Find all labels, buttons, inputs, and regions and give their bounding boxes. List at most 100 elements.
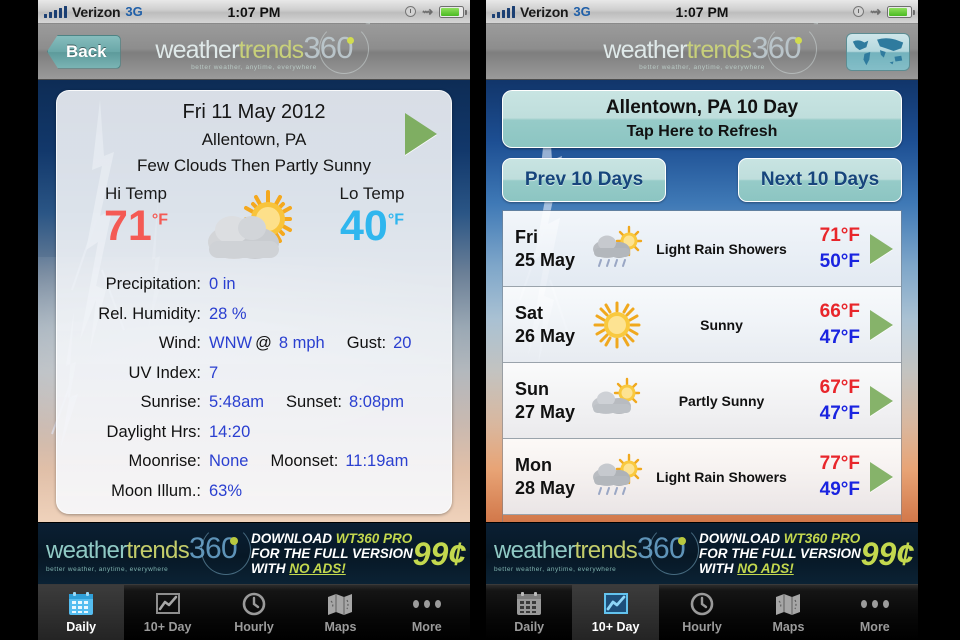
ad-logo-weather: weather	[494, 537, 575, 564]
play-forecast-button[interactable]	[870, 461, 893, 492]
play-forecast-button[interactable]	[870, 233, 893, 264]
forecast-temps: 77°F 49°F	[798, 451, 860, 502]
forecast-day: Sun 27 May	[515, 378, 589, 423]
location-label: Allentown, PA	[201, 130, 307, 149]
forecast-lo: 50°F	[819, 250, 860, 272]
tab-maps-label: Maps	[324, 620, 357, 634]
forecast-hi: 77°F	[819, 452, 860, 474]
lo-temp-value: 40°F	[317, 205, 427, 248]
ad-copy: DOWNLOAD WT360 PRO FOR THE FULL VERSION …	[699, 531, 861, 576]
ad-logo-trends: trends	[126, 537, 189, 564]
map-icon	[326, 591, 354, 617]
tab-10-day-label: 10+ Day	[591, 620, 640, 634]
forecast-condition: Sunny	[700, 316, 743, 333]
ad-line-3a: WITH	[250, 561, 290, 577]
ad-line-2: FOR THE FULL VERSION	[250, 545, 413, 561]
detail-row-uv-index: UV Index: 7	[73, 363, 435, 382]
nav-bar: weathertrends360 better weather, anytime…	[486, 22, 918, 80]
ad-ring-icon	[648, 525, 699, 575]
forecast-day: Fri 25 May	[515, 226, 589, 271]
play-forecast-button[interactable]	[870, 309, 893, 340]
tab-10-day[interactable]: 10+ Day	[572, 585, 659, 640]
forecast-condition: Light Rain Showers	[656, 468, 787, 485]
tab-hourly[interactable]: Hourly	[211, 585, 297, 640]
detail-row-moon-illum: Moon Illum.: 63%	[73, 482, 435, 500]
ad-line-1a: DOWNLOAD	[250, 530, 336, 546]
table-row[interactable]: Mon 28 May Light Rain Showers 77°F 49°F	[503, 439, 901, 515]
table-row[interactable]: Sat 26 May Sunny 66°F 47°F	[503, 287, 901, 363]
play-forecast-button[interactable]	[405, 113, 437, 155]
play-forecast-button[interactable]	[870, 385, 893, 416]
detail-label-sunset: Sunset:	[286, 393, 343, 411]
ad-price: 99¢	[412, 535, 467, 572]
ad-line-2: FOR THE FULL VERSION	[698, 545, 861, 561]
logo-tagline: better weather, anytime, everywhere	[639, 64, 765, 71]
ad-line-3: WITH NO ADS!	[699, 561, 861, 576]
temperature-row: Hi Temp 71°F Lo Temp 40°F	[67, 184, 441, 264]
forecast-day: Mon 28 May	[515, 454, 589, 499]
refresh-title: Allentown, PA 10 Day	[605, 97, 799, 118]
tab-daily[interactable]: Daily	[38, 585, 125, 640]
detail-value-gust: 20	[393, 334, 412, 352]
pagination-row: Prev 10 Days Next 10 Days	[502, 158, 902, 202]
back-button[interactable]: Back	[47, 34, 121, 69]
next-10-days-button[interactable]: Next 10 Days	[738, 158, 902, 202]
detail-value: 14:20	[209, 422, 251, 441]
detail-label: UV Index:	[128, 363, 201, 382]
clock-icon	[688, 591, 716, 617]
dual-phone-screenshot: Verizon 3G 1:07 PM ⇝ Back weathertrends3…	[0, 0, 960, 640]
detail-label: Precipitation:	[105, 275, 201, 293]
tab-more[interactable]: More	[384, 585, 470, 640]
network-label: 3G	[573, 4, 591, 19]
logo-ring-icon	[766, 24, 817, 74]
ad-line-1a: DOWNLOAD	[698, 530, 784, 546]
tab-hourly-label: Hourly	[234, 620, 274, 634]
detail-value-moonset: 11:19am	[345, 452, 409, 470]
chart-icon	[154, 591, 182, 617]
ad-logo-trends: trends	[574, 537, 637, 564]
lo-temp-block: Lo Temp 40°F	[317, 184, 427, 248]
battery-icon	[887, 5, 915, 18]
world-map-icon[interactable]	[846, 33, 910, 71]
forecast-hi: 67°F	[819, 376, 860, 398]
ad-line-1: DOWNLOAD WT360 PRO	[251, 531, 413, 546]
prev-10-days-button[interactable]: Prev 10 Days	[502, 158, 666, 202]
detail-row-precipitation: Precipitation: 0 in	[73, 276, 435, 293]
phone-right-10day-view: Verizon 3G 1:07 PM ⇝ weathertrends360 be…	[486, 0, 918, 640]
ad-ring-icon	[200, 525, 251, 575]
forecast-list: Fri 25 May Light Rain Showers 71°F 50°F …	[502, 210, 902, 522]
hi-temp-value: 71°F	[81, 205, 191, 248]
partly-cloudy-sun-icon	[589, 377, 645, 425]
forecast-date: Fri 11 May 2012	[182, 101, 326, 123]
ad-banner[interactable]: weathertrends360 better weather, anytime…	[38, 522, 470, 584]
refresh-button[interactable]: Allentown, PA 10 Day Tap Here to Refresh	[502, 90, 902, 148]
tab-maps[interactable]: Maps	[297, 585, 383, 640]
status-bar: Verizon 3G 1:07 PM ⇝	[38, 0, 470, 24]
table-row[interactable]: Sun 27 May Partly Sunny 67°F 47°F	[503, 363, 901, 439]
detail-row-moonrise-moonset: Moonrise: None Moonset: 11:19am	[73, 453, 435, 470]
signal-bars-icon	[44, 5, 67, 18]
tab-more-label: More	[859, 620, 890, 634]
ad-line-3b[interactable]: NO ADS!	[289, 561, 346, 576]
tab-daily[interactable]: Daily	[486, 585, 572, 640]
logo-dot-icon	[346, 37, 354, 44]
calendar-icon	[67, 591, 95, 617]
ad-logo-weather: weather	[46, 537, 127, 564]
ad-copy: DOWNLOAD WT360 PRO FOR THE FULL VERSION …	[251, 531, 413, 576]
status-bar-left: Verizon 3G	[492, 4, 591, 20]
forecast-lo: 47°F	[819, 326, 860, 348]
detail-label: Wind:	[158, 334, 201, 352]
tab-more[interactable]: More	[832, 585, 918, 640]
tab-hourly[interactable]: Hourly	[659, 585, 745, 640]
logo-word-360: 360	[751, 30, 801, 65]
map-icon	[774, 591, 802, 617]
ellipsis-icon	[860, 591, 889, 617]
table-row[interactable]: Fri 25 May Light Rain Showers 71°F 50°F	[503, 211, 901, 287]
tab-maps[interactable]: Maps	[745, 585, 831, 640]
carrier-label: Verizon	[72, 3, 121, 20]
detail-value-sunset: 8:08pm	[349, 393, 405, 411]
carrier-label: Verizon	[520, 3, 569, 20]
ad-banner[interactable]: weathertrends360 better weather, anytime…	[486, 522, 918, 584]
tab-10-day[interactable]: 10+ Day	[124, 585, 210, 640]
ad-line-3b[interactable]: NO ADS!	[737, 561, 794, 576]
